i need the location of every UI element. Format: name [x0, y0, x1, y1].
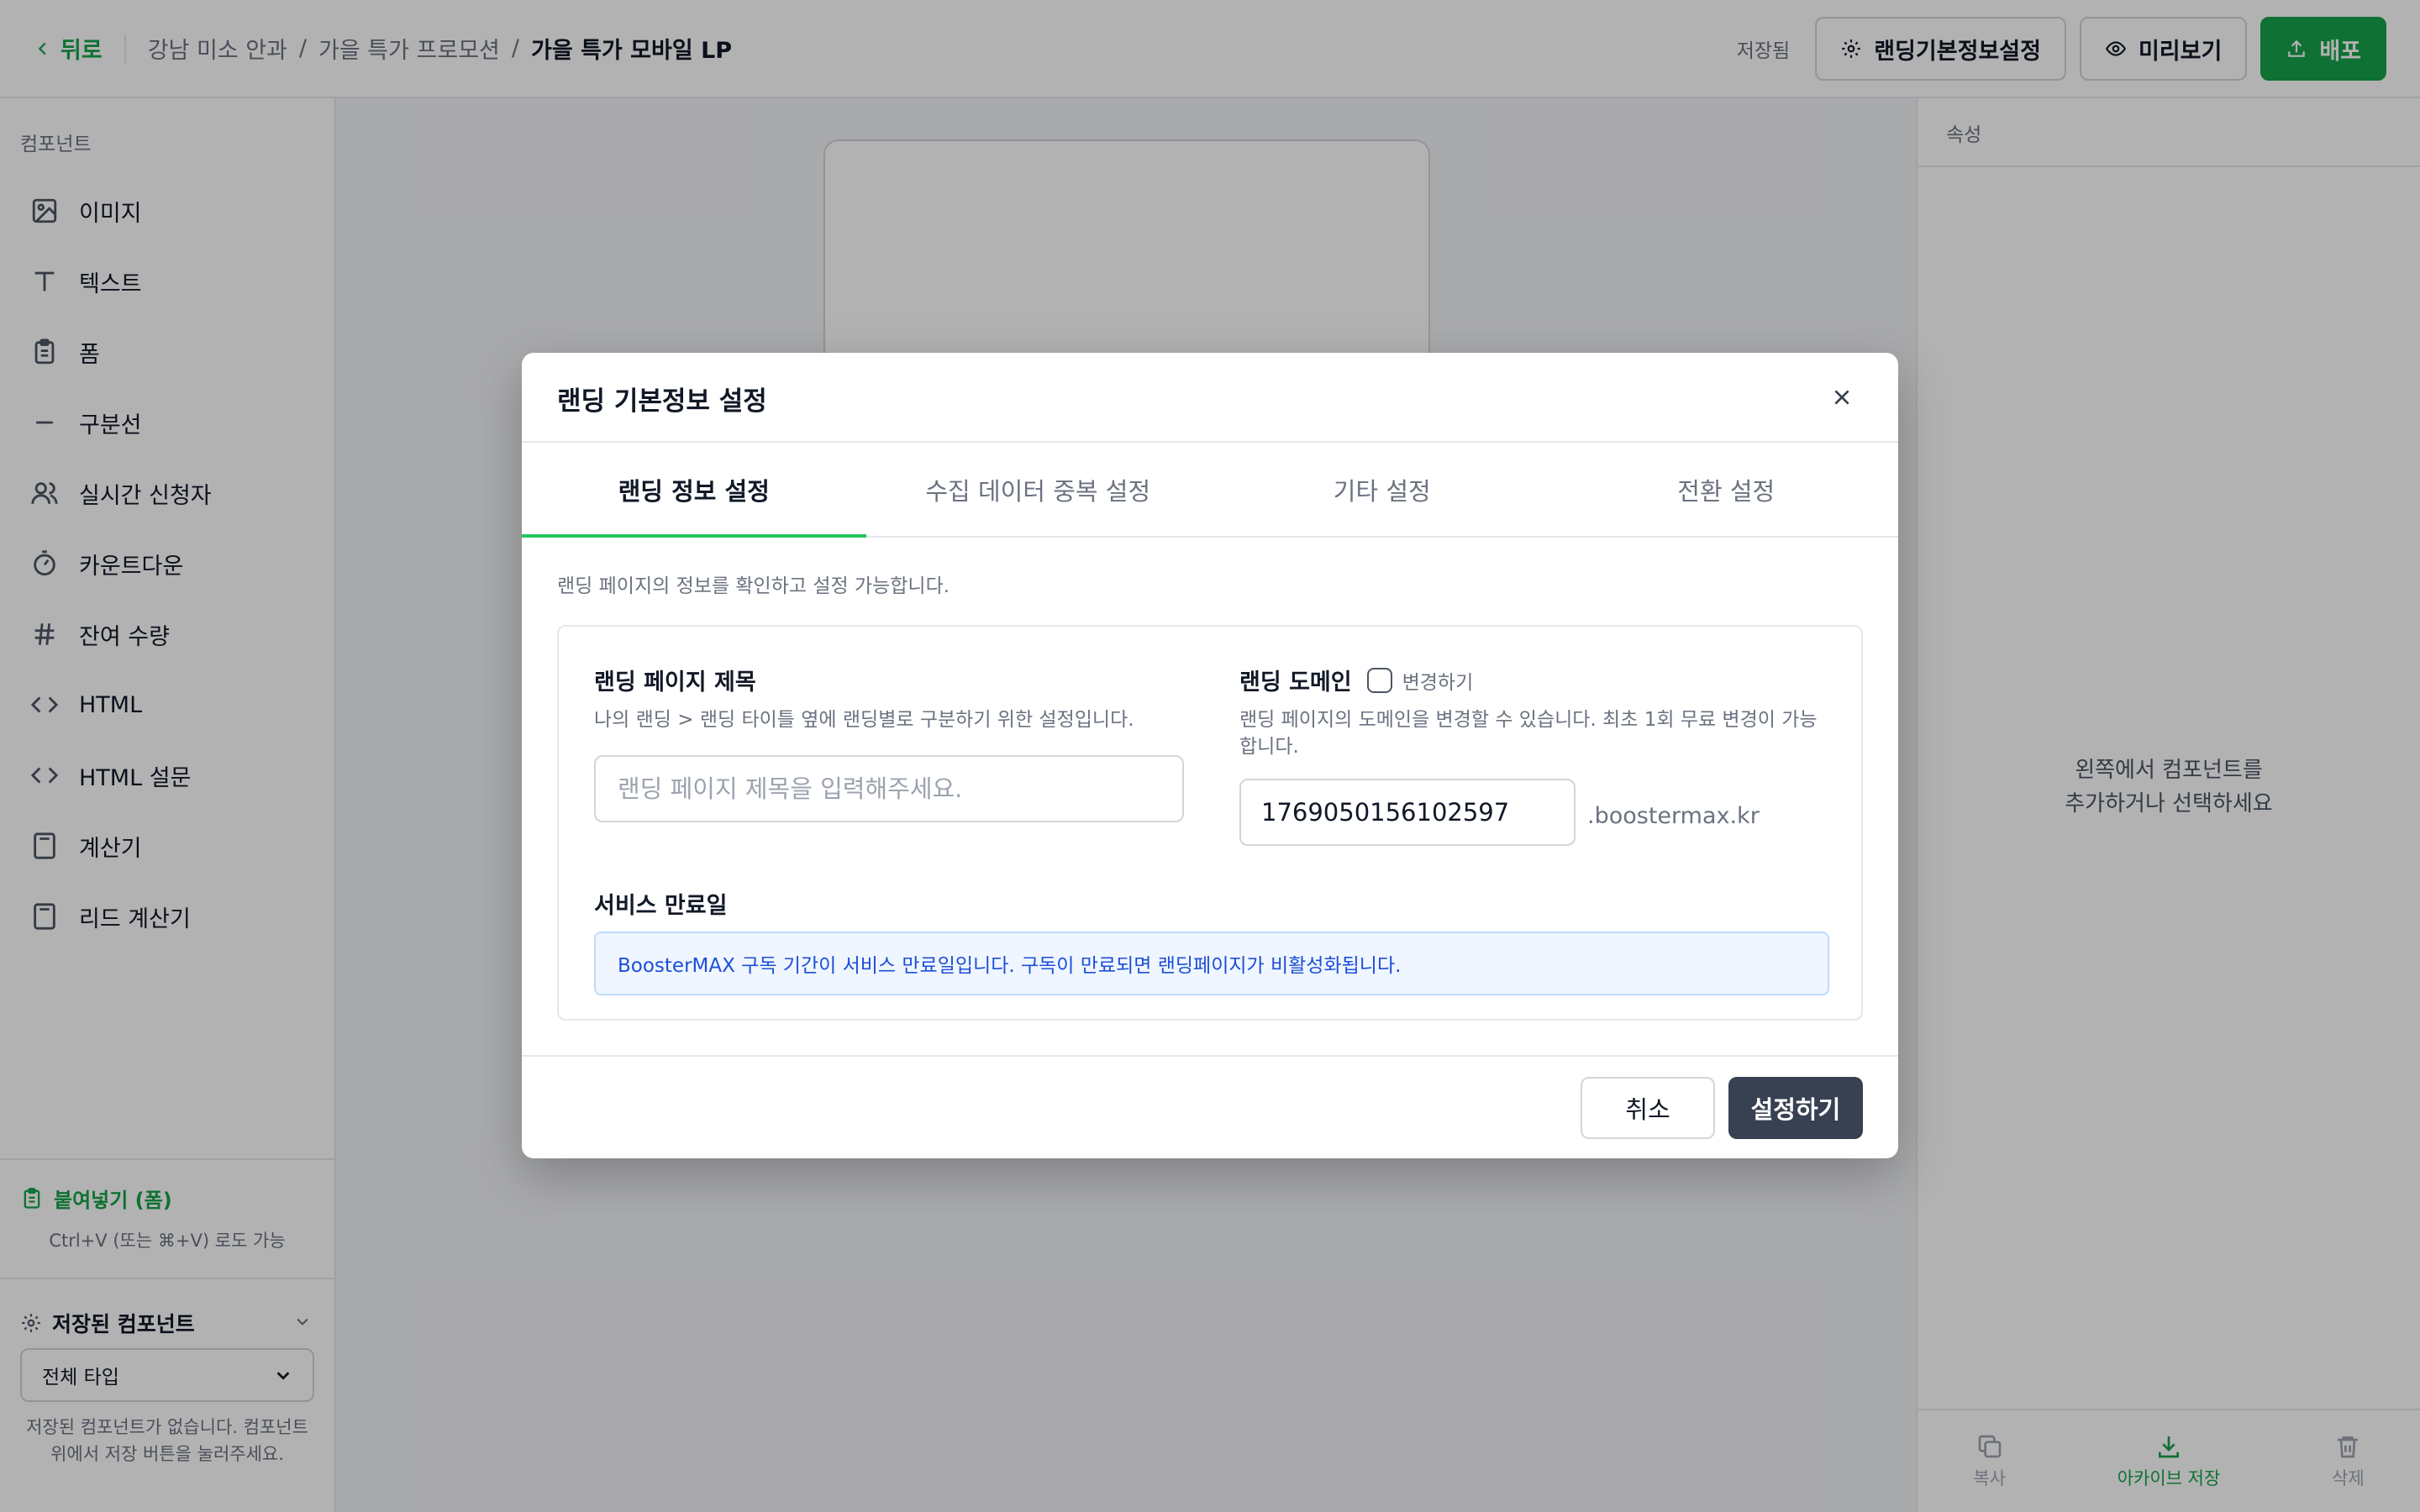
field-help: 나의 랜딩 > 랜딩 타이틀 옆에 랜딩별로 구분하기 위한 설정입니다.: [594, 709, 1134, 731]
modal-description: 랜딩 페이지의 정보를 확인하고 설정 가능합니다.: [557, 575, 950, 597]
domain-suffix: .boostermax.kr: [1587, 803, 1760, 829]
modal-footer: 취소 설정하기: [522, 1055, 1898, 1158]
close-icon[interactable]: [1831, 386, 1853, 408]
modal-tabs: 랜딩 정보 설정 수집 데이터 중복 설정 기타 설정 전환 설정: [522, 443, 1898, 538]
field-label: 서비스 만료일: [594, 893, 728, 919]
page-title-field: 랜딩 페이지 제목 나의 랜딩 > 랜딩 타이틀 옆에 랜딩별로 구분하기 위한…: [594, 664, 1184, 822]
tab-landing-info[interactable]: 랜딩 정보 설정: [522, 443, 866, 538]
cancel-button[interactable]: 취소: [1581, 1077, 1715, 1139]
tab-duplicate-data[interactable]: 수집 데이터 중복 설정: [866, 443, 1211, 536]
settings-card: 랜딩 페이지 제목 나의 랜딩 > 랜딩 타이틀 옆에 랜딩별로 구분하기 위한…: [557, 625, 1863, 1021]
expiry-notice: BoosterMAX 구독 기간이 서비스 만료일입니다. 구독이 만료되면 랜…: [594, 932, 1829, 995]
domain-label-row: 랜딩 도메인 변경하기: [1239, 664, 1829, 696]
modal-header: 랜딩 기본정보 설정: [522, 353, 1898, 443]
field-help: 랜딩 페이지의 도메인을 변경할 수 있습니다. 최초 1회 무료 변경이 가능…: [1239, 709, 1818, 758]
domain-input-row: 1769050156102597 .boostermax.kr: [1239, 779, 1829, 846]
change-domain-checkbox[interactable]: [1366, 667, 1392, 693]
field-label: 랜딩 도메인: [1239, 669, 1352, 696]
service-expiry-field: 서비스 만료일 BoosterMAX 구독 기간이 서비스 만료일입니다. 구독…: [594, 887, 1829, 995]
tab-conversion-settings[interactable]: 전환 설정: [1555, 443, 1899, 536]
page-title-input[interactable]: [594, 755, 1184, 822]
domain-field: 랜딩 도메인 변경하기 랜딩 페이지의 도메인을 변경할 수 있습니다. 최초 …: [1239, 664, 1829, 846]
tab-other-settings[interactable]: 기타 설정: [1210, 443, 1555, 536]
submit-settings-button[interactable]: 설정하기: [1728, 1077, 1863, 1139]
landing-settings-modal: 랜딩 기본정보 설정 랜딩 정보 설정 수집 데이터 중복 설정 기타 설정 전…: [522, 353, 1898, 1158]
modal-title: 랜딩 기본정보 설정: [557, 386, 767, 417]
field-label: 랜딩 페이지 제목: [594, 669, 756, 696]
checkbox-label[interactable]: 변경하기: [1402, 666, 1474, 695]
domain-input[interactable]: 1769050156102597: [1239, 779, 1576, 846]
